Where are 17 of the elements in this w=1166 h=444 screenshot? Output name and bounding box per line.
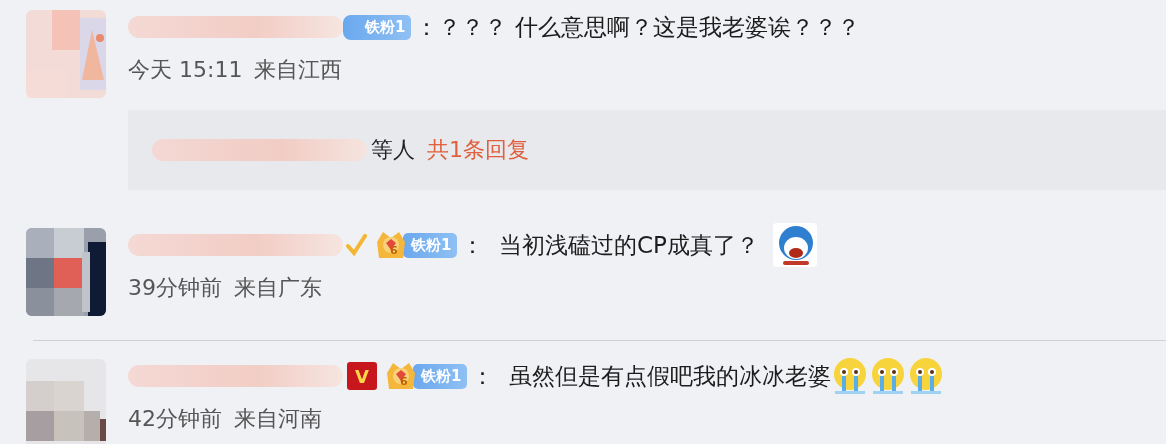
fan-badge: 铁粉1 xyxy=(343,14,412,40)
reply-users-text: 等人 xyxy=(371,136,415,164)
comment-location: 来自广东 xyxy=(234,274,322,302)
comment-time: 39分钟前 xyxy=(128,274,222,302)
comment-location: 来自江西 xyxy=(254,56,343,84)
comment-time: 今天 15:11 xyxy=(128,56,243,84)
comment-time: 42分钟前 xyxy=(128,405,222,433)
fan-badge: 铁粉1 xyxy=(413,363,468,389)
comment-text: ： 虽然但是有点假吧我的冰冰老婆 xyxy=(471,361,832,391)
comment-location: 来自河南 xyxy=(234,405,322,433)
vip-badge: V xyxy=(347,362,377,390)
comment-text: ： 当初浅磕过的CP成真了？ xyxy=(461,230,759,260)
level-number: 6 xyxy=(400,375,408,388)
fan-badge: 铁粉1 xyxy=(403,232,458,258)
comment-text: ：？？？ 什么意思啊？这是我老婆诶？？？ xyxy=(415,12,860,42)
level-number: 6 xyxy=(390,244,398,257)
reply-count-link[interactable]: 共1条回复 xyxy=(427,135,529,165)
